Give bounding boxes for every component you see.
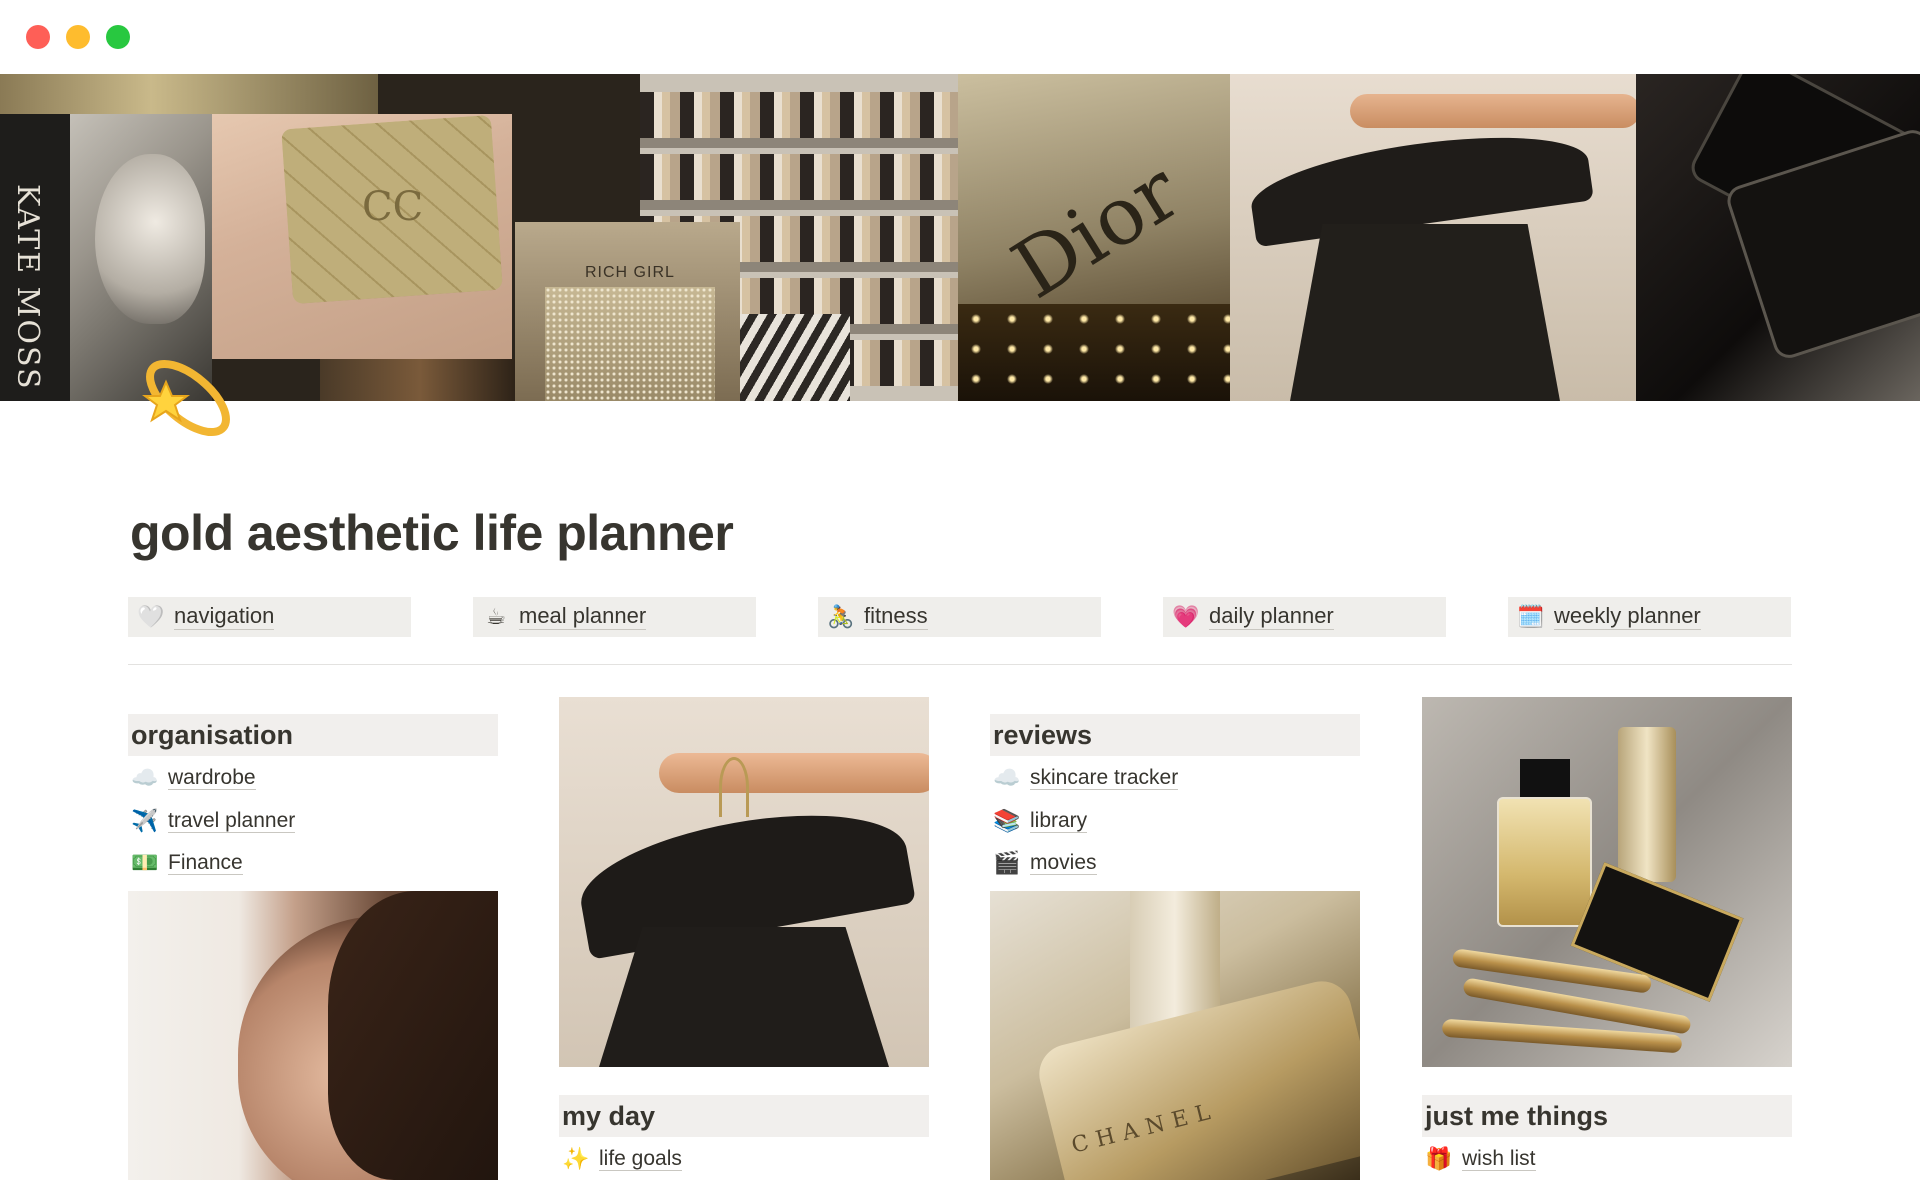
airplane-icon: ✈️ xyxy=(131,808,159,833)
section-header-reviews: reviews xyxy=(990,714,1360,756)
pink-heart-icon: 💗 xyxy=(1172,604,1200,629)
link-label: wardrobe xyxy=(168,765,256,791)
photo-portrait xyxy=(128,891,498,1180)
cover-dark-strip xyxy=(320,359,520,401)
tall-bottle xyxy=(1618,727,1676,882)
shelf-board xyxy=(640,200,958,210)
hanging-dress xyxy=(599,927,889,1067)
cover-striped-chair xyxy=(740,314,850,401)
page-title: gold aesthetic life planner xyxy=(130,505,734,561)
section-header-my-day: my day xyxy=(559,1095,929,1137)
nav-button-label: meal planner xyxy=(519,603,647,630)
link-wardrobe[interactable]: ☁️ wardrobe xyxy=(130,763,256,793)
card-logo: CC xyxy=(362,184,424,230)
cloud-icon: ☁️ xyxy=(131,765,159,790)
divider xyxy=(128,664,1792,665)
book-spine-text: KATE MOSS xyxy=(10,184,45,391)
dizzy-star-svg xyxy=(142,359,230,437)
link-finance[interactable]: 💵 Finance xyxy=(130,848,243,878)
cover-clothes-rack-photo xyxy=(1230,74,1636,401)
calendar-icon: 🗓️ xyxy=(1517,604,1545,629)
cyclist-icon: 🚴 xyxy=(827,604,855,629)
link-label: library xyxy=(1030,808,1088,834)
nav-button-weekly-planner[interactable]: 🗓️ weekly planner xyxy=(1508,597,1791,637)
coffee-icon: ☕ xyxy=(486,604,506,629)
gift-icon: 🎁 xyxy=(1425,1146,1453,1171)
white-heart-icon: 🤍 xyxy=(137,604,165,629)
palette-label: RICH GIRL xyxy=(585,264,675,281)
nav-button-label: fitness xyxy=(864,603,928,630)
photo-cosmetics xyxy=(1422,697,1792,1067)
nav-button-label: navigation xyxy=(174,603,275,630)
section-header-organisation: organisation xyxy=(128,714,498,756)
books-icon: 📚 xyxy=(993,808,1021,833)
link-label: life goals xyxy=(599,1146,682,1172)
cover-card-holder-photo: CC xyxy=(212,114,512,359)
photo-perfume-bottle: CHANEL xyxy=(990,891,1360,1180)
clapper-board-icon: 🎬 xyxy=(993,850,1021,875)
cover-compacts-photo xyxy=(1636,74,1920,401)
photo-hanger xyxy=(559,697,929,1067)
link-travel-planner[interactable]: ✈️ travel planner xyxy=(130,806,296,836)
window-titlebar xyxy=(0,0,1920,74)
shoe-row xyxy=(640,154,958,200)
sparkles-icon: ✨ xyxy=(562,1146,590,1171)
shoe-row xyxy=(640,92,958,138)
cover-dior-photo: Dior xyxy=(958,74,1230,401)
hanger-rod xyxy=(659,753,929,793)
nav-button-fitness[interactable]: 🚴 fitness xyxy=(818,597,1101,637)
link-label: Finance xyxy=(168,850,243,876)
perfume-cap xyxy=(1520,759,1570,801)
shop-lights xyxy=(958,304,1230,401)
rack-rod xyxy=(1350,94,1636,128)
page-cover: KATE MOSS CC RICH GIRL Dior xyxy=(0,74,1920,401)
link-label: movies xyxy=(1030,850,1097,876)
nav-button-navigation[interactable]: 🤍 navigation xyxy=(128,597,411,637)
glitter-pan xyxy=(545,287,715,401)
cloud-icon: ☁️ xyxy=(993,765,1021,790)
perfume-bottle xyxy=(1497,797,1592,927)
section-header-just-me-things: just me things xyxy=(1422,1095,1792,1137)
minimize-window-button[interactable] xyxy=(66,25,90,49)
link-movies[interactable]: 🎬 movies xyxy=(992,848,1097,878)
portrait-hair xyxy=(328,891,498,1180)
link-label: wish list xyxy=(1462,1146,1536,1172)
dollar-bill-icon: 💵 xyxy=(131,850,159,875)
book-spine: KATE MOSS xyxy=(0,114,70,401)
link-wish-list[interactable]: 🎁 wish list xyxy=(1424,1144,1536,1174)
nav-button-label: daily planner xyxy=(1209,603,1334,630)
shelf-board xyxy=(640,138,958,148)
link-library[interactable]: 📚 library xyxy=(992,806,1088,836)
dior-sign-text: Dior xyxy=(996,144,1196,317)
hanging-garment xyxy=(1290,224,1560,401)
nav-button-meal-planner[interactable]: ☕ meal planner xyxy=(473,597,756,637)
link-label: skincare tracker xyxy=(1030,765,1179,791)
link-life-goals[interactable]: ✨ life goals xyxy=(561,1144,682,1174)
link-skincare-tracker[interactable]: ☁️ skincare tracker xyxy=(992,763,1179,793)
zoom-window-button[interactable] xyxy=(106,25,130,49)
close-window-button[interactable] xyxy=(26,25,50,49)
link-label: travel planner xyxy=(168,808,296,834)
nav-button-daily-planner[interactable]: 💗 daily planner xyxy=(1163,597,1446,637)
portrait xyxy=(95,154,205,324)
nav-button-label: weekly planner xyxy=(1554,603,1701,630)
cover-palette-photo: RICH GIRL xyxy=(515,222,740,401)
cover-gold-strip xyxy=(0,74,378,114)
hanger-hook xyxy=(719,757,749,817)
dizzy-star-icon[interactable] xyxy=(130,340,240,450)
